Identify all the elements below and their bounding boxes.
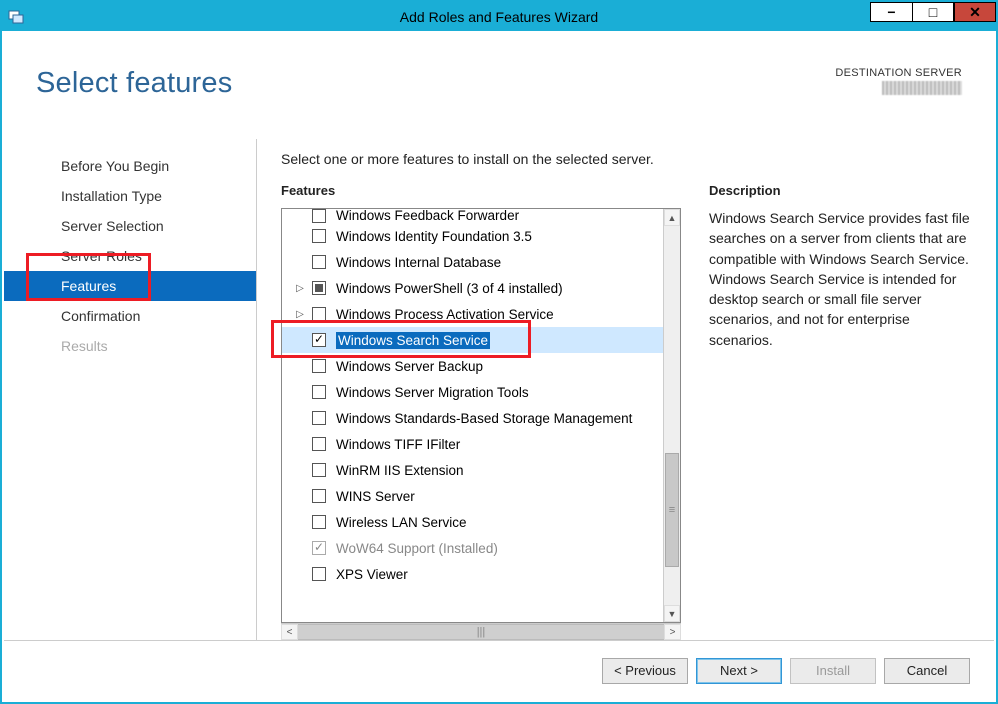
scroll-track[interactable]: ≡ (664, 226, 680, 605)
destination-label: DESTINATION SERVER (835, 67, 962, 79)
checkbox[interactable] (312, 255, 326, 269)
feature-label: XPS Viewer (336, 567, 408, 582)
features-listbox: Windows Feedback Forwarder Windows Identi… (281, 208, 681, 623)
expander-icon[interactable]: ▷ (294, 309, 306, 320)
feature-label: WoW64 Support (Installed) (336, 541, 498, 556)
nav-item-results: Results (4, 331, 256, 361)
minimize-button[interactable]: − (870, 2, 912, 22)
feature-item[interactable]: Windows Server Backup (282, 353, 663, 379)
feature-label: Windows Feedback Forwarder (336, 209, 519, 223)
checkbox[interactable] (312, 359, 326, 373)
close-button[interactable]: ✕ (954, 2, 996, 22)
nav-item-confirmation[interactable]: Confirmation (4, 301, 256, 331)
scroll-up-arrow[interactable]: ▲ (664, 209, 680, 226)
feature-label: Windows PowerShell (3 of 4 installed) (336, 281, 563, 296)
feature-item[interactable]: Windows Identity Foundation 3.5 (282, 223, 663, 249)
titlebar: Add Roles and Features Wizard − □ ✕ (2, 2, 996, 31)
install-button: Install (790, 658, 876, 684)
feature-label: Windows Standards-Based Storage Manageme… (336, 411, 632, 426)
destination-server-name (882, 81, 962, 95)
nav-item-server-selection[interactable]: Server Selection (4, 211, 256, 241)
previous-button[interactable]: < Previous (602, 658, 688, 684)
feature-item[interactable]: Windows Search Service (282, 327, 663, 353)
checkbox[interactable] (312, 515, 326, 529)
feature-label: Windows Identity Foundation 3.5 (336, 229, 532, 244)
feature-item[interactable]: Windows TIFF IFilter (282, 431, 663, 457)
nav-item-features[interactable]: Features (4, 271, 256, 301)
window-title: Add Roles and Features Wizard (400, 9, 598, 25)
nav-item-server-roles[interactable]: Server Roles (4, 241, 256, 271)
scroll-right-arrow[interactable]: > (664, 624, 681, 640)
scroll-left-arrow[interactable]: < (281, 624, 298, 640)
page-title: Select features (36, 67, 232, 100)
vertical-scrollbar[interactable]: ▲ ≡ ▼ (663, 209, 680, 622)
checkbox[interactable] (312, 385, 326, 399)
feature-label: Windows Server Migration Tools (336, 385, 529, 400)
checkbox[interactable] (312, 333, 326, 347)
feature-label: Windows TIFF IFilter (336, 437, 460, 452)
checkbox[interactable] (312, 209, 326, 223)
checkbox[interactable] (312, 567, 326, 581)
checkbox (312, 541, 326, 555)
cancel-button[interactable]: Cancel (884, 658, 970, 684)
description-text: Windows Search Service provides fast fil… (709, 208, 970, 350)
feature-item[interactable]: ▷ Windows Process Activation Service (282, 301, 663, 327)
feature-item[interactable]: Wireless LAN Service (282, 509, 663, 535)
window-buttons: − □ ✕ (870, 2, 996, 22)
feature-label: Windows Search Service (336, 332, 490, 349)
feature-item[interactable]: Windows Server Migration Tools (282, 379, 663, 405)
feature-item[interactable]: XPS Viewer (282, 561, 663, 587)
expander-icon[interactable]: ▷ (294, 283, 306, 294)
features-heading: Features (281, 183, 681, 198)
next-button[interactable]: Next > (696, 658, 782, 684)
feature-item[interactable]: Windows Feedback Forwarder (282, 209, 663, 223)
features-scroll-area[interactable]: Windows Feedback Forwarder Windows Identi… (282, 209, 663, 622)
wizard-window: Add Roles and Features Wizard − □ ✕ Sele… (0, 0, 998, 704)
feature-item: WoW64 Support (Installed) (282, 535, 663, 561)
wizard-nav: Before You BeginInstallation TypeServer … (4, 139, 257, 640)
content-area: Select features DESTINATION SERVER Befor… (4, 33, 994, 700)
feature-label: Windows Server Backup (336, 359, 483, 374)
feature-label: Wireless LAN Service (336, 515, 467, 530)
feature-item[interactable]: ▷ Windows PowerShell (3 of 4 installed) (282, 275, 663, 301)
feature-item[interactable]: WinRM IIS Extension (282, 457, 663, 483)
feature-label: Windows Process Activation Service (336, 307, 554, 322)
checkbox[interactable] (312, 411, 326, 425)
feature-label: WINS Server (336, 489, 415, 504)
description-heading: Description (709, 183, 970, 198)
maximize-button[interactable]: □ (912, 2, 954, 22)
horizontal-scrollbar[interactable]: < ||| > (281, 623, 681, 640)
checkbox[interactable] (312, 307, 326, 321)
feature-item[interactable]: WINS Server (282, 483, 663, 509)
checkbox[interactable] (312, 281, 326, 295)
feature-label: WinRM IIS Extension (336, 463, 464, 478)
instruction-text: Select one or more features to install o… (281, 151, 970, 167)
scroll-thumb[interactable]: ≡ (665, 453, 679, 567)
app-icon (8, 9, 24, 25)
destination-info: DESTINATION SERVER (835, 67, 962, 95)
checkbox[interactable] (312, 489, 326, 503)
wizard-footer: < Previous Next > Install Cancel (4, 640, 994, 700)
feature-label: Windows Internal Database (336, 255, 501, 270)
nav-item-installation-type[interactable]: Installation Type (4, 181, 256, 211)
checkbox[interactable] (312, 229, 326, 243)
feature-item[interactable]: Windows Internal Database (282, 249, 663, 275)
checkbox[interactable] (312, 437, 326, 451)
checkbox[interactable] (312, 463, 326, 477)
hscroll-thumb[interactable]: ||| (477, 626, 486, 638)
hscroll-track[interactable]: ||| (298, 624, 664, 640)
feature-item[interactable]: Windows Standards-Based Storage Manageme… (282, 405, 663, 431)
nav-item-before-you-begin[interactable]: Before You Begin (4, 151, 256, 181)
scroll-down-arrow[interactable]: ▼ (664, 605, 680, 622)
